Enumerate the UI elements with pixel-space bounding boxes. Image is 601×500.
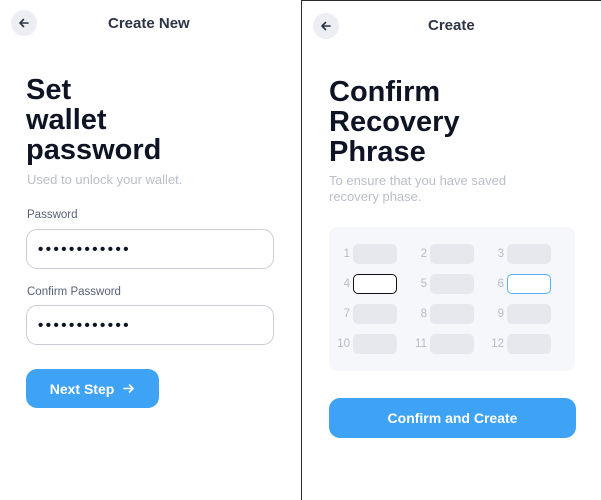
phrase-slot-number: 4 [343, 278, 350, 290]
phrase-slot-number: 3 [497, 248, 504, 260]
confirm-and-create-label: Confirm and Create [387, 410, 518, 426]
phrase-slot[interactable] [353, 334, 397, 354]
phrase-slot-cell: 8 [401, 304, 474, 324]
phrase-slot-cell: 7 [324, 304, 397, 324]
set-password-screen: Create New Set wallet password Used to u… [0, 0, 298, 500]
recovery-phrase-grid: 1 2 3 4 5 6 7 8 9 10 11 12 [329, 227, 575, 371]
phrase-slot-number: 9 [497, 308, 504, 320]
confirm-password-label: Confirm Password [27, 286, 121, 298]
phrase-slot[interactable] [430, 244, 474, 264]
back-button[interactable] [313, 13, 339, 39]
phrase-slot-number: 11 [415, 338, 427, 350]
phrase-slot[interactable] [353, 304, 397, 324]
phrase-slot[interactable] [507, 334, 551, 354]
phrase-slot[interactable] [430, 274, 474, 294]
phrase-slot[interactable] [353, 244, 397, 264]
page-title: Confirm Recovery Phrase [329, 77, 460, 167]
phrase-slot-cell: 3 [478, 244, 551, 264]
phrase-slot-number: 7 [343, 308, 350, 320]
phrase-slot[interactable] [507, 274, 551, 294]
phrase-slot-cell: 9 [478, 304, 551, 324]
title-line: Phrase [329, 136, 426, 168]
phrase-slot[interactable] [430, 304, 474, 324]
phrase-slot-cell: 5 [401, 274, 474, 294]
title-line: wallet [26, 104, 107, 136]
phrase-slot[interactable] [430, 334, 474, 354]
back-button[interactable] [11, 10, 37, 36]
confirm-phrase-screen: Create Confirm Recovery Phrase To ensure… [301, 0, 601, 500]
phrase-slot-cell: 6 [478, 274, 551, 294]
arrow-right-icon [123, 384, 135, 393]
phrase-slot[interactable] [353, 274, 397, 294]
page-title: Set wallet password [26, 75, 161, 165]
phrase-slot-number: 6 [497, 278, 504, 290]
title-line: password [26, 134, 162, 166]
confirm-and-create-button[interactable]: Confirm and Create [329, 398, 576, 438]
phrase-slot[interactable] [507, 244, 551, 264]
phrase-slot-cell: 1 [324, 244, 397, 264]
header-title: Create New [108, 15, 190, 32]
title-line: Set [26, 74, 72, 106]
phrase-slot-cell: 10 [324, 334, 397, 354]
phrase-slot-number: 10 [337, 338, 350, 350]
next-step-label: Next Step [49, 380, 115, 397]
phrase-slot-number: 5 [420, 278, 427, 290]
phrase-slot-cell: 2 [401, 244, 474, 264]
phrase-slot-cell: 4 [324, 274, 397, 294]
phrase-slot-cell: 12 [478, 334, 551, 354]
page-subtitle: To ensure that you have saved recovery p… [329, 173, 507, 204]
phrase-slot[interactable] [507, 304, 551, 324]
phrase-slot-number: 8 [420, 308, 427, 320]
header-title: Create [428, 17, 475, 34]
arrow-left-icon [19, 18, 29, 28]
title-line: Confirm [329, 76, 441, 108]
arrow-left-icon [321, 21, 331, 31]
phrase-slot-number: 1 [343, 248, 350, 260]
title-line: Recovery [329, 106, 460, 138]
page-subtitle: Used to unlock your wallet. [27, 172, 183, 187]
next-step-button[interactable]: Next Step [26, 369, 159, 408]
phrase-slot-cell: 11 [401, 334, 474, 354]
phrase-slot-number: 2 [420, 248, 427, 260]
password-field[interactable]: •••••••••••• [26, 229, 274, 269]
password-label: Password [27, 209, 78, 221]
confirm-password-field[interactable]: •••••••••••• [26, 305, 274, 345]
phrase-slot-number: 12 [491, 338, 504, 350]
